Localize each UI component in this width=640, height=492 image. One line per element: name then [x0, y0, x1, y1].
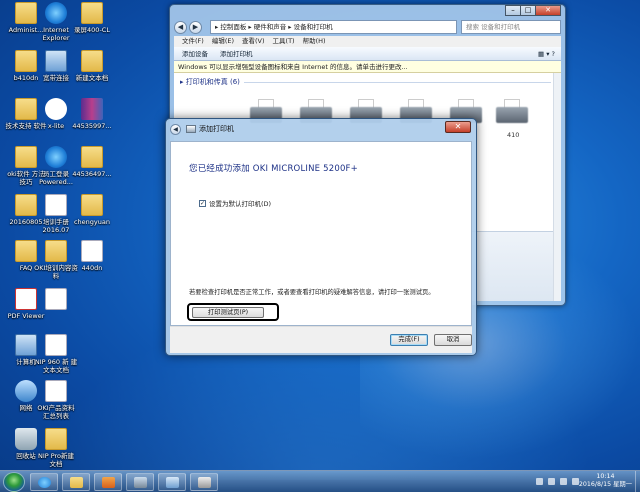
desktop-icon-label: 44535997... — [72, 122, 112, 130]
desktop-icon[interactable]: 440dn — [70, 240, 114, 272]
command-bar: 添加设备 添加打印机 ▦ ▾ ? — [174, 47, 561, 61]
dialog-close-button[interactable]: ✕ — [445, 121, 471, 133]
printers-group-header[interactable]: ▸ 打印机和传真 (6) — [180, 77, 240, 87]
add-device-button[interactable]: 添加设备 — [182, 47, 208, 60]
folder-icon — [81, 50, 103, 72]
folder-icon — [45, 240, 67, 262]
menu-help[interactable]: 帮助(H) — [303, 36, 326, 47]
ie-icon — [45, 146, 67, 168]
folder-icon — [81, 194, 103, 216]
desktop-icon[interactable]: OKI产品资料 汇总列表 — [34, 380, 78, 420]
desktop-icon-label: PDF Viewer — [7, 312, 45, 320]
clock-date: 2016/8/15 星期一 — [578, 481, 632, 488]
desktop-icon-label: 440dn — [81, 264, 103, 272]
desktop-icon[interactable]: 44536497... — [70, 146, 114, 178]
address-bar[interactable]: ▸ 控制面板 ▸ 硬件和声音 ▸ 设备和打印机 — [210, 20, 457, 34]
volume-icon[interactable] — [560, 478, 567, 485]
success-heading: 您已经成功添加 OKI MICROLINE 5200F+ — [189, 164, 358, 174]
flag-icon[interactable] — [536, 478, 543, 485]
back-arrow-icon[interactable]: ◀ — [170, 123, 181, 135]
cancel-button[interactable]: 取消 — [434, 334, 472, 346]
desktop-icon-label: NIP 960 新 建文本文档 — [34, 358, 78, 374]
add-printer-dialog: ◀ 添加打印机 ✕ 您已经成功添加 OKI MICROLINE 5200F+ ✓… — [165, 118, 477, 356]
network-icon[interactable] — [548, 478, 555, 485]
dialog-footer: 完成(F) 取消 — [170, 326, 472, 353]
highlight-outline: 打印测试页(P) — [187, 303, 279, 321]
pc-icon — [45, 50, 67, 72]
desktop-icon[interactable]: 录屏400-CL — [70, 2, 114, 34]
desktop-icon[interactable]: 44535997... — [70, 98, 114, 130]
dialog-titlebar[interactable]: ◀ 添加打印机 — [170, 122, 234, 136]
folder-icon — [45, 428, 67, 450]
menu-edit[interactable]: 编辑(E) — [212, 36, 234, 47]
desktop-icon-label: 44536497... — [72, 170, 112, 178]
arrow-icon — [45, 98, 67, 120]
clock[interactable]: 10:14 2016/8/15 星期一 — [579, 473, 632, 489]
vertical-scrollbar[interactable] — [553, 73, 561, 301]
desktop-icon-label: chengyuan — [73, 218, 110, 226]
desktop-icon-label: 录屏400-CL — [74, 26, 110, 34]
default-printer-label[interactable]: 设置为默认打印机(D) — [209, 198, 271, 208]
search-input[interactable]: 搜索 设备和打印机 — [461, 20, 561, 34]
desktop-icon-label: NIP Pro新建 文档 — [37, 452, 75, 468]
start-button[interactable] — [3, 472, 25, 492]
desktop-icon[interactable]: chengyuan — [70, 194, 114, 226]
desktop-icon[interactable]: 新建文本档 — [70, 50, 114, 82]
taskbar: 10:14 2016/8/15 星期一 — [0, 470, 640, 492]
desktop-icon[interactable]: NIP 960 新 建文本文档 — [34, 334, 78, 374]
printer-label: 410 — [507, 131, 520, 139]
desktop-icon[interactable] — [34, 288, 78, 312]
print-test-page-button[interactable]: 打印测试页(P) — [192, 307, 264, 318]
maximize-button[interactable]: □ — [520, 5, 536, 16]
taskbar-add-printer[interactable] — [190, 473, 218, 491]
taskbar-app[interactable] — [126, 473, 154, 491]
doc-icon — [81, 240, 103, 262]
rar-icon — [81, 98, 103, 120]
forward-arrow-icon[interactable]: ▶ — [189, 20, 202, 34]
window-controls: – □ ✕ — [505, 5, 561, 16]
taskbar-explorer[interactable] — [62, 473, 90, 491]
printer-icon[interactable] — [494, 99, 530, 129]
default-printer-checkbox[interactable]: ✓ — [199, 199, 206, 207]
system-tray: 10:14 2016/8/15 星期一 — [490, 471, 640, 492]
test-page-note: 若要检查打印机是否正常工作，或者要查看打印机的疑难解答信息，请打印一张测试页。 — [189, 289, 435, 296]
menu-file[interactable]: 文件(F) — [182, 36, 204, 47]
taskbar-media[interactable] — [94, 473, 122, 491]
taskbar-control-panel[interactable] — [158, 473, 186, 491]
finish-button[interactable]: 完成(F) — [390, 334, 428, 346]
dialog-content: 您已经成功添加 OKI MICROLINE 5200F+ ✓ 设置为默认打印机(… — [170, 141, 472, 326]
desktop-icon-label: OKI产品资料 汇总列表 — [37, 404, 75, 420]
close-button[interactable]: ✕ — [535, 5, 561, 16]
desktop-icon[interactable]: NIP Pro新建 文档 — [34, 428, 78, 468]
folder-icon — [81, 2, 103, 24]
navigation-bar: ◀ ▶ ▸ 控制面板 ▸ 硬件和声音 ▸ 设备和打印机 搜索 设备和打印机 — [174, 19, 561, 35]
folder-icon — [81, 146, 103, 168]
menu-view[interactable]: 查看(V) — [242, 36, 265, 47]
doc-icon — [45, 194, 67, 216]
show-desktop-button[interactable] — [635, 471, 640, 492]
minimize-button[interactable]: – — [505, 5, 521, 16]
dialog-title: 添加打印机 — [199, 125, 234, 133]
doc-icon — [45, 288, 67, 310]
default-printer-option: ✓ 设置为默认打印机(D) — [199, 198, 271, 208]
menu-tools[interactable]: 工具(T) — [273, 36, 295, 47]
desktop-icon-label: 新建文本档 — [75, 74, 109, 82]
doc-icon — [45, 334, 67, 356]
group-divider — [244, 82, 551, 83]
clock-time: 10:14 — [596, 473, 615, 480]
taskbar-ie[interactable] — [30, 473, 58, 491]
doc-icon — [45, 380, 67, 402]
back-arrow-icon[interactable]: ◀ — [174, 20, 187, 34]
printer-icon — [186, 125, 196, 133]
view-options-icon[interactable]: ▦ ▾ ? — [538, 47, 555, 60]
ie-icon — [45, 2, 67, 24]
info-bar[interactable]: Windows 可以显示增强型设备图标和来自 Internet 的信息。请单击进… — [174, 61, 561, 73]
add-printer-button[interactable]: 添加打印机 — [220, 47, 253, 60]
menu-bar: 文件(F) 编辑(E) 查看(V) 工具(T) 帮助(H) — [174, 36, 561, 47]
